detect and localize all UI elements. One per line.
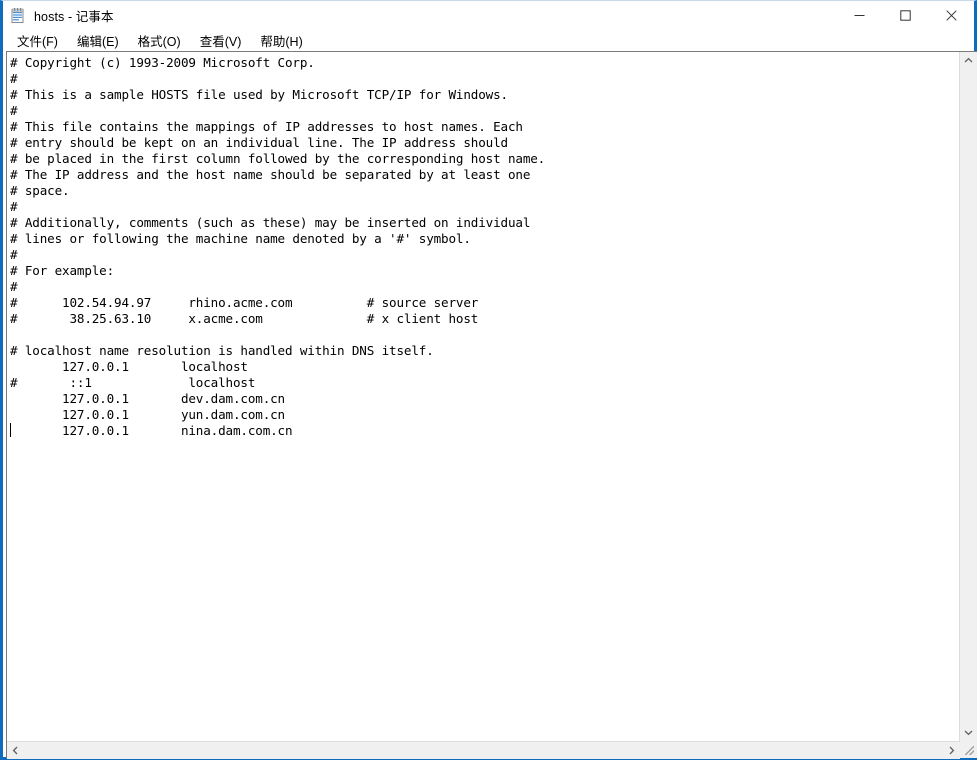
close-button[interactable] [928, 1, 974, 30]
scroll-down-arrow-icon[interactable] [960, 724, 977, 741]
window-title: hosts - 记事本 [34, 10, 114, 24]
menu-file[interactable]: 文件(F) [9, 30, 66, 52]
scroll-left-arrow-icon[interactable] [7, 742, 24, 759]
menu-edit[interactable]: 编辑(E) [69, 30, 127, 52]
text-caret [10, 423, 11, 437]
editor-row: # Copyright (c) 1993-2009 Microsoft Corp… [6, 51, 977, 741]
vertical-scroll-track[interactable] [960, 69, 977, 724]
horizontal-scrollbar[interactable] [7, 741, 960, 759]
notepad-window: hosts - 记事本 文件(F) 编辑(E) 格式(O) 查看(V) 帮助(H… [0, 0, 977, 760]
menu-format[interactable]: 格式(O) [130, 30, 189, 52]
menu-bar: 文件(F) 编辑(E) 格式(O) 查看(V) 帮助(H) [3, 30, 974, 51]
minimize-icon [854, 15, 864, 16]
text-editor[interactable]: # Copyright (c) 1993-2009 Microsoft Corp… [7, 52, 959, 741]
maximize-icon [899, 10, 911, 21]
scroll-right-arrow-icon[interactable] [943, 742, 960, 759]
menu-view[interactable]: 查看(V) [192, 30, 250, 52]
horizontal-scrollbar-row [6, 741, 977, 759]
hosts-file-text: # Copyright (c) 1993-2009 Microsoft Corp… [10, 55, 546, 438]
horizontal-scroll-track[interactable] [24, 742, 943, 759]
window-controls [836, 1, 974, 30]
maximize-button[interactable] [882, 1, 928, 30]
menu-help[interactable]: 帮助(H) [252, 30, 310, 52]
vertical-scrollbar[interactable] [959, 52, 977, 741]
title-bar[interactable]: hosts - 记事本 [3, 1, 974, 30]
scroll-up-arrow-icon[interactable] [960, 52, 977, 69]
minimize-button[interactable] [836, 1, 882, 30]
editor-region: # Copyright (c) 1993-2009 Microsoft Corp… [6, 51, 977, 759]
window-resize-grip[interactable] [960, 741, 977, 758]
close-icon [945, 10, 957, 21]
notepad-icon [10, 7, 26, 24]
